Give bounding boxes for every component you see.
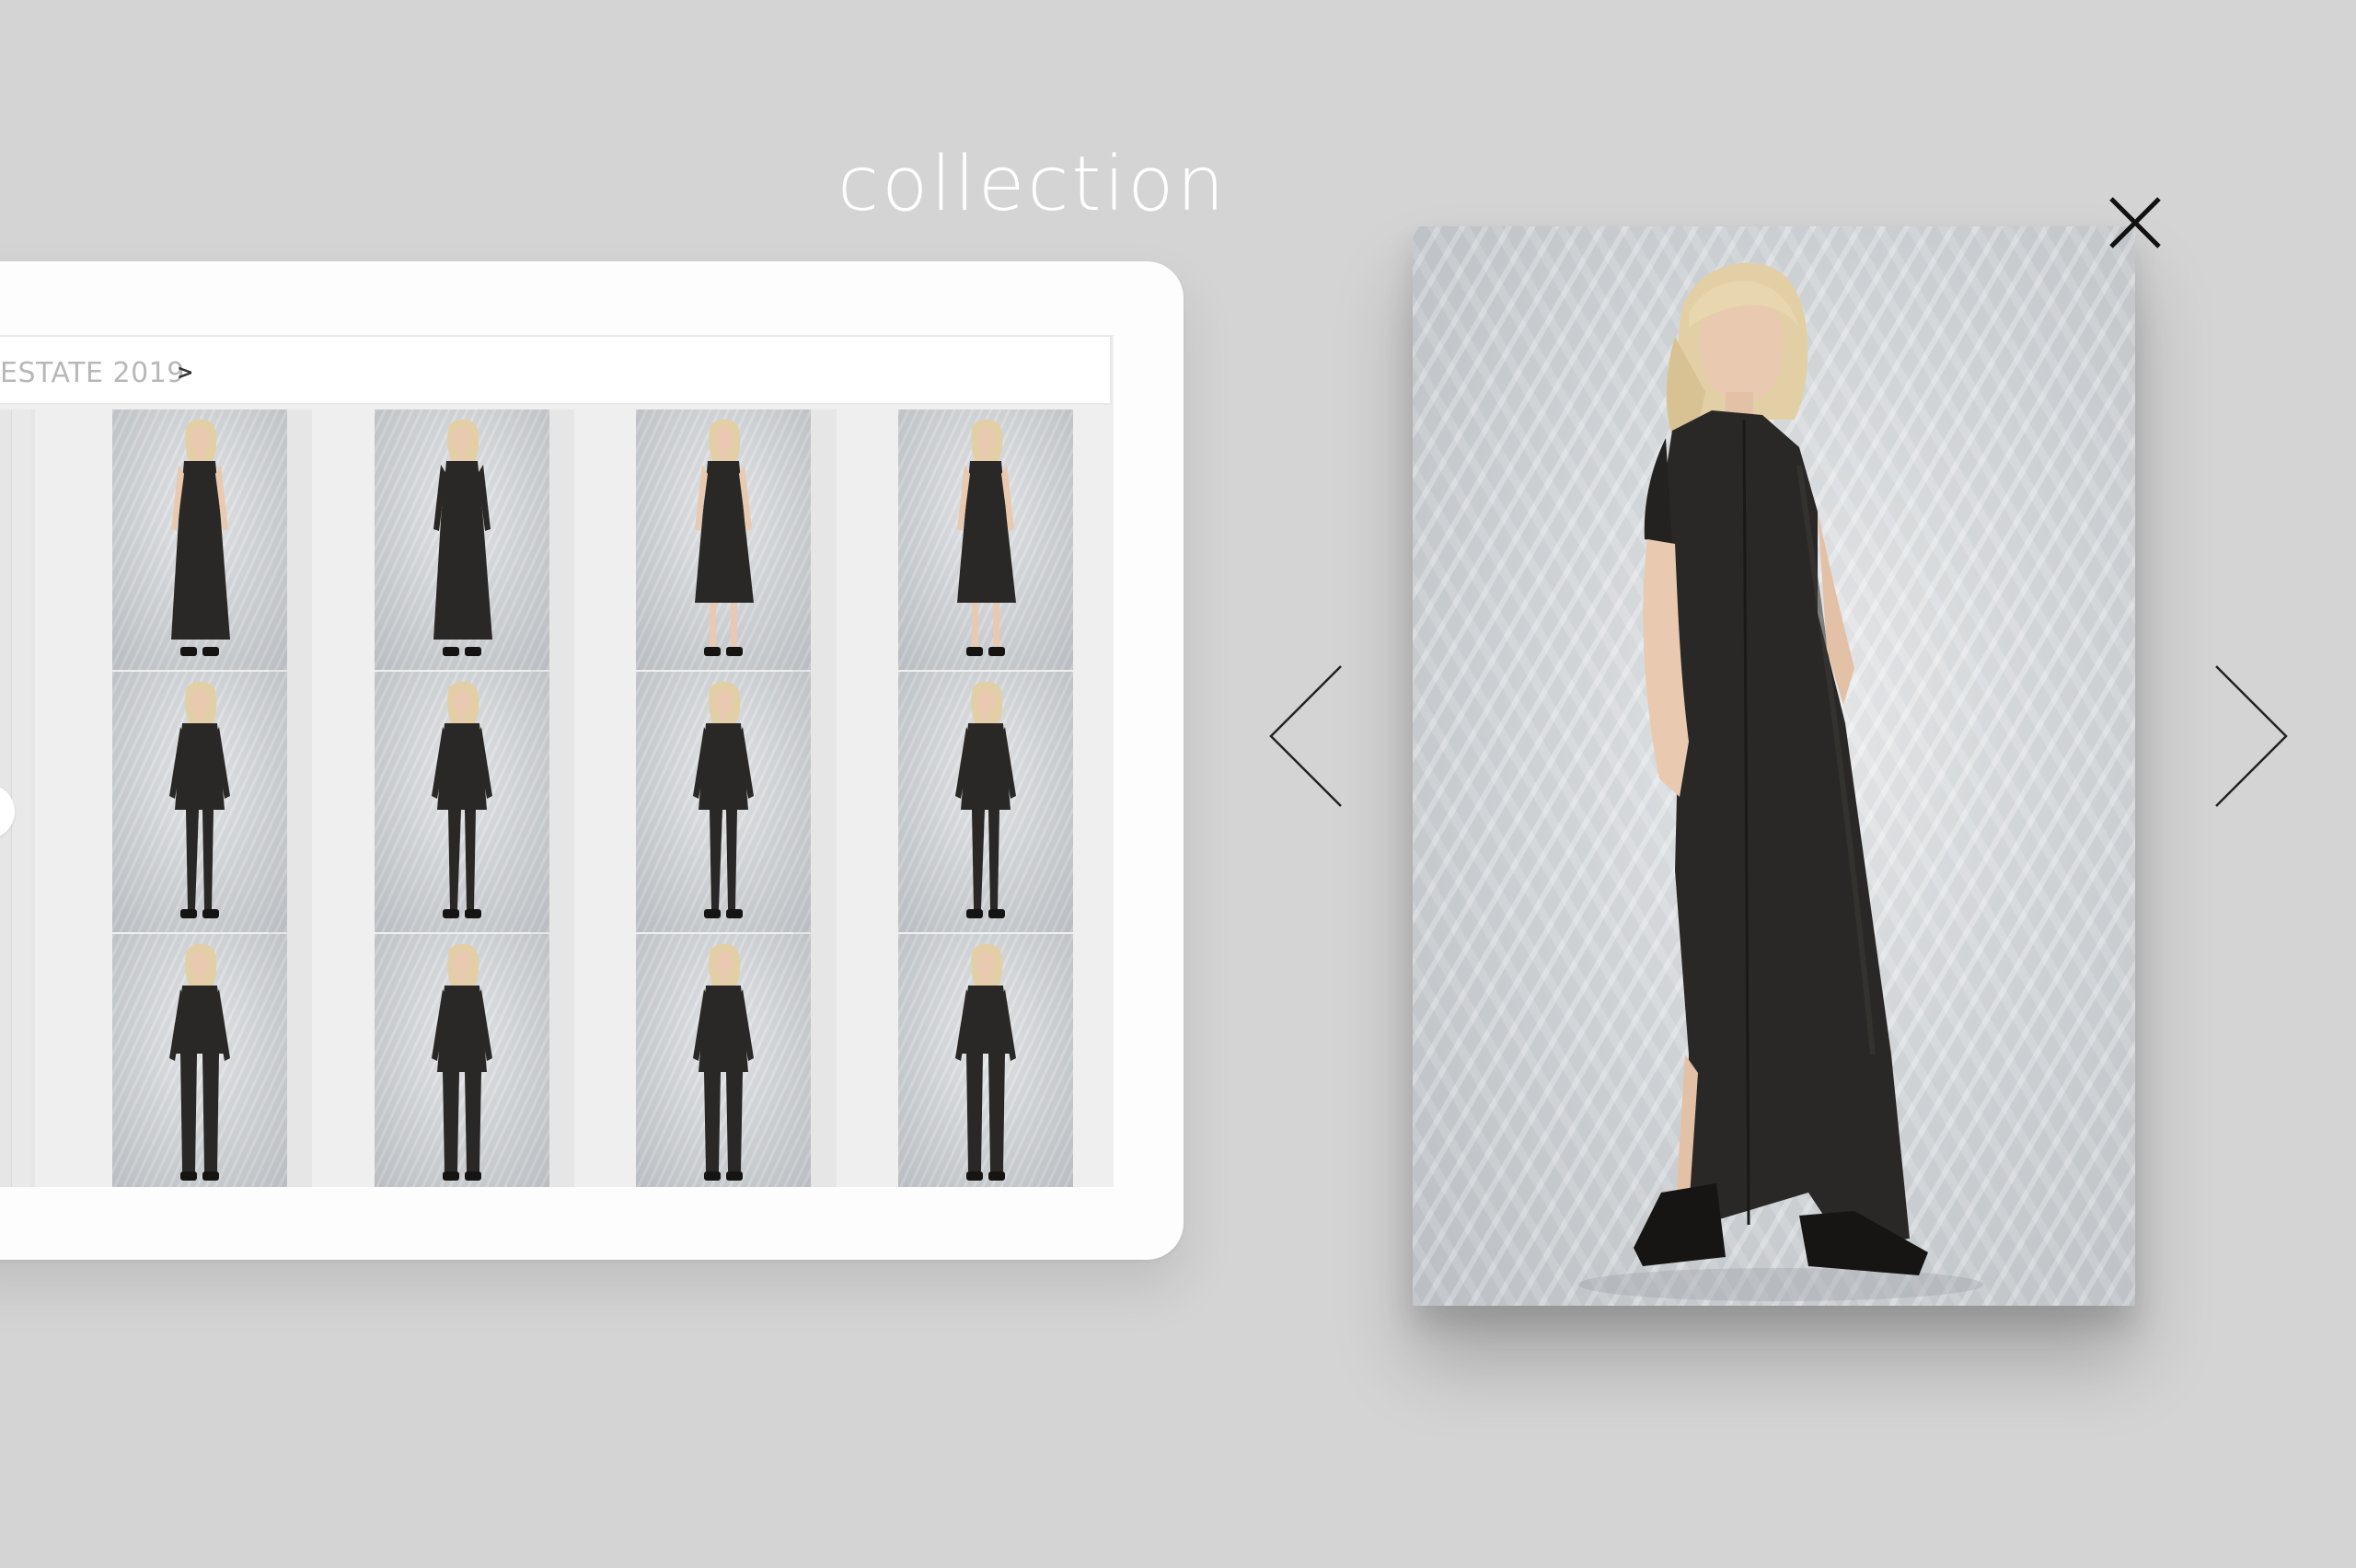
thumbnail-item[interactable]	[898, 672, 1073, 932]
thumbnail-item[interactable]	[636, 409, 811, 670]
thumbnail-item[interactable]	[898, 934, 1073, 1187]
thumbnail-photo	[955, 681, 1016, 918]
tablet-frame: ESTATE 2019 >	[0, 261, 1184, 1260]
thumbnail-photo	[169, 943, 230, 1181]
thumbnail-photo	[432, 681, 492, 918]
thumbnail-item[interactable]	[112, 672, 287, 932]
breadcrumb-arrow-icon: >	[177, 362, 194, 385]
thumbnail-item[interactable]	[636, 672, 811, 932]
thumbnail-photo	[433, 419, 492, 656]
thumbnail-photo	[695, 419, 754, 656]
thumbnail-item[interactable]	[112, 409, 287, 670]
thumbnail-photo	[432, 943, 492, 1181]
thumbnail-photo	[693, 681, 754, 918]
thumbnail-photo	[169, 681, 230, 918]
thumbnail-item[interactable]	[375, 934, 549, 1187]
page-title: collection	[837, 141, 1228, 228]
breadcrumb-label[interactable]: ESTATE 2019	[0, 357, 185, 389]
breadcrumb: ESTATE 2019 >	[0, 335, 1112, 405]
thumbnail-photo	[171, 419, 230, 656]
thumbnail-photo	[957, 419, 1016, 656]
chevron-right-icon[interactable]	[2209, 663, 2292, 810]
thumbnail-item[interactable]	[898, 409, 1073, 670]
thumbnail-item[interactable]	[375, 672, 549, 932]
thumbnail-item[interactable]	[375, 409, 549, 670]
thumbnail-item[interactable]	[112, 934, 287, 1187]
thumbnail-item[interactable]	[636, 934, 811, 1187]
lightbox-image	[1413, 226, 2135, 1306]
thumbnail-grid	[0, 409, 1114, 1187]
model-photo	[1578, 262, 1983, 1301]
tablet-screen: ESTATE 2019 >	[0, 335, 1114, 1187]
thumbnail-photo	[693, 943, 754, 1181]
thumbnail-photo	[955, 943, 1016, 1181]
chevron-left-icon[interactable]	[1265, 663, 1348, 810]
grid-gutter	[11, 409, 30, 1187]
